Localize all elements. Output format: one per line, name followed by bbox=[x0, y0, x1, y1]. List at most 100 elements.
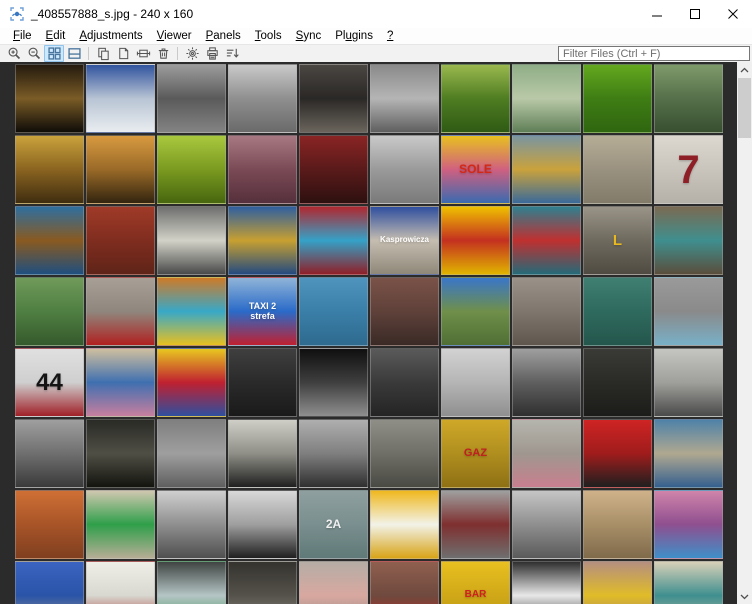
menu-item-panels[interactable]: Panels bbox=[199, 28, 248, 44]
thumbnail-80[interactable] bbox=[654, 561, 723, 604]
thumbnail-10[interactable] bbox=[654, 64, 723, 133]
close-button[interactable] bbox=[714, 0, 752, 28]
menu-item-sync[interactable]: Sync bbox=[289, 28, 329, 44]
thumbnail-71[interactable] bbox=[15, 561, 84, 604]
thumbnail-45[interactable] bbox=[299, 348, 368, 417]
thumbnail-46[interactable] bbox=[370, 348, 439, 417]
thumbnail-69[interactable] bbox=[583, 490, 652, 559]
thumbnail-1[interactable] bbox=[15, 64, 84, 133]
zoom-in-button[interactable] bbox=[4, 45, 24, 62]
thumbnail-14[interactable] bbox=[228, 135, 297, 204]
thumbnail-23[interactable] bbox=[157, 206, 226, 275]
thumbnail-36[interactable] bbox=[370, 277, 439, 346]
thumbnail-77[interactable]: BAR bbox=[441, 561, 510, 604]
thumbnail-58[interactable] bbox=[512, 419, 581, 488]
thumbnail-53[interactable] bbox=[157, 419, 226, 488]
thumbnail-26[interactable]: Kasprowicza bbox=[370, 206, 439, 275]
thumbnail-12[interactable] bbox=[86, 135, 155, 204]
thumbnail-60[interactable] bbox=[654, 419, 723, 488]
filter-files-input[interactable] bbox=[558, 46, 750, 61]
thumbnail-31[interactable] bbox=[15, 277, 84, 346]
thumbnail-13[interactable] bbox=[157, 135, 226, 204]
thumbnail-41[interactable]: 44 bbox=[15, 348, 84, 417]
thumbnail-74[interactable] bbox=[228, 561, 297, 604]
print-button[interactable] bbox=[202, 45, 222, 62]
thumbnail-68[interactable] bbox=[512, 490, 581, 559]
thumbnail-63[interactable] bbox=[157, 490, 226, 559]
thumbnail-2[interactable] bbox=[86, 64, 155, 133]
thumbnail-49[interactable] bbox=[583, 348, 652, 417]
thumbnail-73[interactable] bbox=[157, 561, 226, 604]
scrollbar-thumb[interactable] bbox=[738, 78, 751, 138]
thumbnail-29[interactable]: L bbox=[583, 206, 652, 275]
thumbnail-7[interactable] bbox=[441, 64, 510, 133]
sort-order-button[interactable] bbox=[222, 45, 242, 62]
thumbnail-65[interactable]: 2A bbox=[299, 490, 368, 559]
thumbnail-78[interactable] bbox=[512, 561, 581, 604]
thumbnail-3[interactable] bbox=[157, 64, 226, 133]
thumbnail-28[interactable] bbox=[512, 206, 581, 275]
menu-item-plugins[interactable]: Plugins bbox=[328, 28, 380, 44]
thumbnail-67[interactable] bbox=[441, 490, 510, 559]
maximize-button[interactable] bbox=[676, 0, 714, 28]
thumbnail-32[interactable] bbox=[86, 277, 155, 346]
thumbnail-17[interactable]: SOLE bbox=[441, 135, 510, 204]
settings-button[interactable] bbox=[182, 45, 202, 62]
thumbnail-15[interactable] bbox=[299, 135, 368, 204]
thumbnail-22[interactable] bbox=[86, 206, 155, 275]
thumbnail-18[interactable] bbox=[512, 135, 581, 204]
thumbnail-9[interactable] bbox=[583, 64, 652, 133]
menu-item-help[interactable]: ? bbox=[380, 28, 400, 44]
menu-item-tools[interactable]: Tools bbox=[248, 28, 289, 44]
thumbnail-35[interactable] bbox=[299, 277, 368, 346]
thumbnail-52[interactable] bbox=[86, 419, 155, 488]
thumbnail-view-button[interactable] bbox=[44, 45, 64, 62]
thumbnail-16[interactable] bbox=[370, 135, 439, 204]
thumbnail-30[interactable] bbox=[654, 206, 723, 275]
thumbnail-21[interactable] bbox=[15, 206, 84, 275]
thumbnail-55[interactable] bbox=[299, 419, 368, 488]
delete-button[interactable] bbox=[153, 45, 173, 62]
thumbnail-64[interactable] bbox=[228, 490, 297, 559]
thumbnail-70[interactable] bbox=[654, 490, 723, 559]
thumbnail-54[interactable] bbox=[228, 419, 297, 488]
thumbnail-37[interactable] bbox=[441, 277, 510, 346]
thumbnail-4[interactable] bbox=[228, 64, 297, 133]
thumbnail-20[interactable]: 7 bbox=[654, 135, 723, 204]
thumbnail-57[interactable]: GAZ bbox=[441, 419, 510, 488]
menu-item-file[interactable]: File bbox=[6, 28, 39, 44]
thumbnail-25[interactable] bbox=[299, 206, 368, 275]
thumbnail-50[interactable] bbox=[654, 348, 723, 417]
thumbnail-6[interactable] bbox=[370, 64, 439, 133]
thumbnail-5[interactable] bbox=[299, 64, 368, 133]
thumbnail-34[interactable]: TAXI 2 strefa bbox=[228, 277, 297, 346]
paste-button[interactable] bbox=[113, 45, 133, 62]
thumbnail-39[interactable] bbox=[583, 277, 652, 346]
menu-item-edit[interactable]: Edit bbox=[39, 28, 73, 44]
menu-item-viewer[interactable]: Viewer bbox=[150, 28, 199, 44]
thumbnail-8[interactable] bbox=[512, 64, 581, 133]
minimize-button[interactable] bbox=[638, 0, 676, 28]
thumbnail-24[interactable] bbox=[228, 206, 297, 275]
resize-button[interactable] bbox=[133, 45, 153, 62]
thumbnail-76[interactable] bbox=[370, 561, 439, 604]
thumbnail-79[interactable] bbox=[583, 561, 652, 604]
scroll-down-button[interactable] bbox=[737, 589, 752, 604]
thumbnail-47[interactable] bbox=[441, 348, 510, 417]
thumbnail-75[interactable] bbox=[299, 561, 368, 604]
thumbnail-44[interactable] bbox=[228, 348, 297, 417]
thumbnail-43[interactable] bbox=[157, 348, 226, 417]
scroll-up-button[interactable] bbox=[737, 62, 752, 77]
vertical-scrollbar[interactable] bbox=[737, 62, 752, 604]
thumbnail-51[interactable] bbox=[15, 419, 84, 488]
thumbnail-40[interactable] bbox=[654, 277, 723, 346]
thumbnail-72[interactable] bbox=[86, 561, 155, 604]
thumbnail-19[interactable] bbox=[583, 135, 652, 204]
thumbnail-62[interactable] bbox=[86, 490, 155, 559]
preview-pane-button[interactable] bbox=[64, 45, 84, 62]
thumbnail-59[interactable] bbox=[583, 419, 652, 488]
thumbnail-56[interactable] bbox=[370, 419, 439, 488]
thumbnail-11[interactable] bbox=[15, 135, 84, 204]
thumbnail-38[interactable] bbox=[512, 277, 581, 346]
copy-button[interactable] bbox=[93, 45, 113, 62]
